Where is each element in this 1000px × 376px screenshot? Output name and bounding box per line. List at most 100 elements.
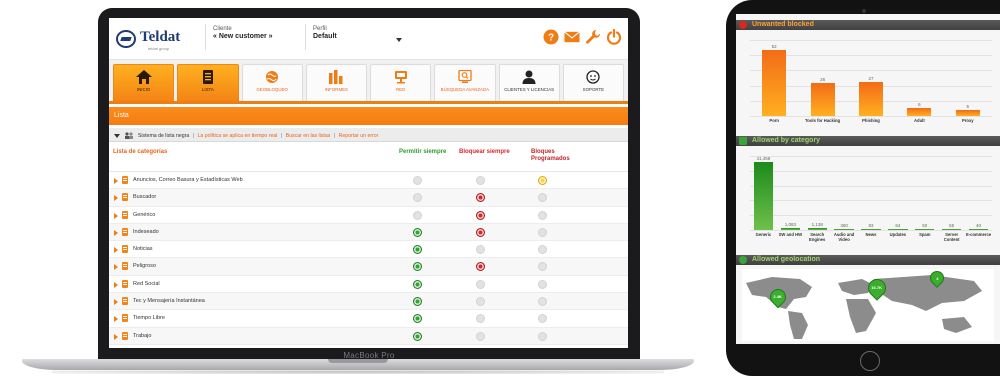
scheduled-radio[interactable] xyxy=(538,193,547,203)
table-row[interactable]: Genérico xyxy=(109,207,628,224)
profile-selector[interactable]: Perfil Default xyxy=(313,26,337,40)
block-radio[interactable] xyxy=(476,279,485,289)
expand-arrow-icon[interactable] xyxy=(114,247,118,254)
breadcrumb-link-search[interactable]: Buscar en las listas xyxy=(286,133,331,139)
power-icon[interactable] xyxy=(606,29,622,45)
tab-soporte[interactable]: SOPORTE xyxy=(562,64,624,101)
table-row[interactable]: Buscador xyxy=(109,189,628,207)
chart-bar[interactable] xyxy=(807,228,827,230)
scheduled-radio[interactable] xyxy=(538,314,547,324)
chart-bar[interactable] xyxy=(861,228,881,230)
expand-arrow-icon[interactable] xyxy=(114,333,118,340)
block-radio[interactable] xyxy=(476,176,485,185)
allow-radio[interactable] xyxy=(413,193,422,203)
allow-radio[interactable] xyxy=(413,279,422,289)
document-icon xyxy=(122,331,128,340)
expand-arrow-icon[interactable] xyxy=(114,178,118,184)
header-category: Lista de categorías xyxy=(113,149,168,155)
chart-bar[interactable] xyxy=(834,228,854,230)
expand-arrow-icon[interactable] xyxy=(114,195,118,202)
block-radio[interactable] xyxy=(476,314,485,324)
scheduled-radio[interactable] xyxy=(538,210,547,220)
allow-radio[interactable] xyxy=(413,210,422,220)
header-divider xyxy=(205,24,206,50)
tab-busqueda-avanzada[interactable]: BÚSQUEDA AVANZADA xyxy=(434,64,496,101)
block-radio[interactable] xyxy=(476,262,485,272)
header-block: Bloquear siempre xyxy=(459,149,510,155)
scheduled-radio[interactable] xyxy=(538,176,547,185)
block-radio[interactable] xyxy=(476,227,485,237)
chart-bar[interactable] xyxy=(858,81,884,116)
block-radio[interactable] xyxy=(476,331,485,341)
scheduled-radio[interactable] xyxy=(538,227,547,237)
tab-label: GEOBLOQUEO xyxy=(256,87,288,92)
table-row[interactable]: Peligroso xyxy=(109,258,628,276)
scheduled-radio[interactable] xyxy=(538,331,547,341)
tab-clientes-licencias[interactable]: CLIENTES Y LICENCIAS xyxy=(498,64,560,101)
wrench-icon[interactable] xyxy=(585,29,601,45)
allow-radio[interactable] xyxy=(413,297,422,307)
block-radio[interactable] xyxy=(476,193,485,203)
table-row[interactable]: Noticias xyxy=(109,241,628,259)
table-header: Lista de categorías Permitir siempre Blo… xyxy=(109,144,628,172)
expand-arrow-icon[interactable] xyxy=(114,229,118,236)
chart-bar[interactable] xyxy=(941,228,962,230)
mail-icon[interactable] xyxy=(564,29,580,45)
chart-gridline xyxy=(750,70,992,72)
expand-arrow-icon[interactable] xyxy=(114,299,118,306)
tab-geobloqueo[interactable]: GEOBLOQUEO xyxy=(241,64,303,101)
allow-radio[interactable] xyxy=(413,245,422,255)
table-row[interactable]: Trabajo xyxy=(109,327,628,345)
chart-gridline xyxy=(750,156,992,157)
world-map[interactable]: 2.4K 16.7K 4 xyxy=(742,268,994,341)
client-selector[interactable]: Cliente « New customer » xyxy=(213,26,273,40)
block-radio[interactable] xyxy=(476,210,485,220)
tab-red[interactable]: RED xyxy=(370,64,432,101)
table-row[interactable]: Tec y Mensajería Instantánea xyxy=(109,293,628,311)
tab-lista[interactable]: LISTA xyxy=(177,64,239,101)
table-row[interactable]: Anuncios, Correo Basura y Estadísticas W… xyxy=(109,172,628,190)
tab-label: LISTA xyxy=(201,87,214,92)
document-icon xyxy=(122,176,128,184)
chart-bar[interactable] xyxy=(888,228,908,230)
expand-arrow-icon[interactable] xyxy=(114,264,118,271)
scheduled-radio[interactable] xyxy=(538,279,547,289)
block-radio[interactable] xyxy=(476,297,485,307)
breadcrumb-link-report[interactable]: Reportar un error xyxy=(339,133,379,139)
chart-bar[interactable] xyxy=(810,83,835,116)
chart-bar[interactable] xyxy=(955,109,980,116)
svg-text:?: ? xyxy=(548,33,554,44)
chart-bar[interactable] xyxy=(780,228,800,230)
profile-dropdown-icon[interactable] xyxy=(396,38,402,42)
tab-informes[interactable]: INFORMES xyxy=(305,64,367,101)
block-radio[interactable] xyxy=(476,245,485,255)
scheduled-radio[interactable] xyxy=(538,297,547,307)
help-icon[interactable]: ? xyxy=(543,29,559,45)
tab-inicio[interactable]: INICIO xyxy=(113,64,175,101)
allow-radio[interactable] xyxy=(413,176,422,185)
collapse-icon[interactable] xyxy=(114,133,120,138)
chart-bar[interactable] xyxy=(968,228,989,230)
chart-bar[interactable] xyxy=(753,161,774,230)
scheduled-radio[interactable] xyxy=(538,262,547,272)
chart-bar[interactable] xyxy=(907,108,932,116)
breadcrumb-link-realtime[interactable]: La política se aplica en tiempo real xyxy=(198,133,278,139)
table-row[interactable]: Tiempo Libre xyxy=(109,310,628,328)
teldat-logo[interactable]: Teldat teldat group xyxy=(116,28,196,51)
expand-arrow-icon[interactable] xyxy=(114,316,118,323)
allow-radio[interactable] xyxy=(413,314,422,324)
breadcrumb: Sistema de lista negra | La política se … xyxy=(109,128,628,142)
scheduled-radio[interactable] xyxy=(538,245,547,255)
allow-radio[interactable] xyxy=(413,227,422,237)
expand-arrow-icon[interactable] xyxy=(114,212,118,219)
allow-radio[interactable] xyxy=(413,262,422,272)
expand-arrow-icon[interactable] xyxy=(114,281,118,288)
tablet-home-button[interactable] xyxy=(860,351,880,371)
tab-label: RED xyxy=(395,87,406,92)
chart-bar[interactable] xyxy=(915,228,935,230)
document-icon xyxy=(122,314,128,323)
chart-bar[interactable] xyxy=(762,50,787,116)
table-row[interactable]: Red Social xyxy=(109,276,628,294)
allow-radio[interactable] xyxy=(413,331,422,341)
table-row[interactable]: Indeseado xyxy=(109,223,628,242)
